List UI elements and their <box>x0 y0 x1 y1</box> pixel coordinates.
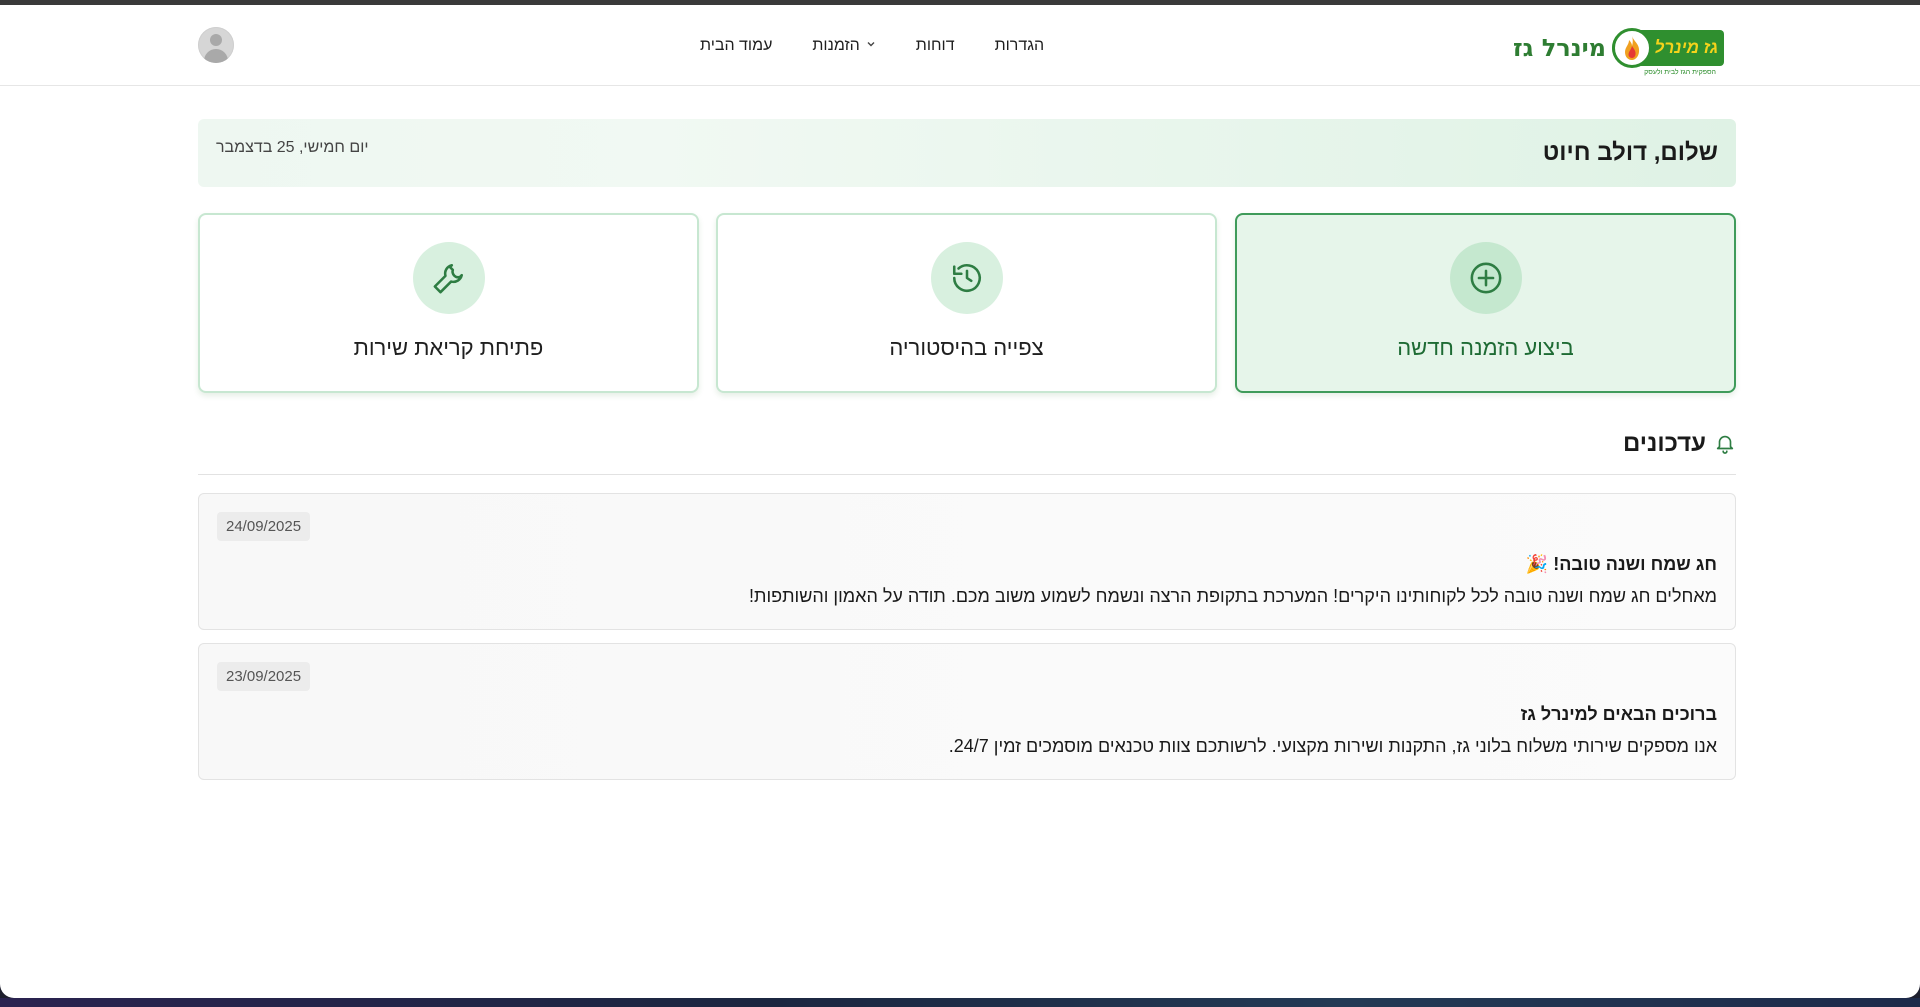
update-date: 24/09/2025 <box>217 512 311 541</box>
updates-header: עדכונים <box>198 425 1736 475</box>
history-label: צפייה בהיסטוריה <box>889 335 1044 360</box>
update-title: חג שמח ושנה טובה! 🎉 <box>1525 554 1717 574</box>
user-avatar[interactable] <box>198 27 234 63</box>
flame-icon <box>1612 28 1652 68</box>
greeting-title: שלום, דולב חיוט <box>1542 139 1718 166</box>
service-call-label: פתיחת קריאת שירות <box>353 335 544 360</box>
nav-home[interactable]: עמוד הבית <box>700 37 772 55</box>
update-text: אנו מספקים שירותי משלוח בלוני גז, התקנות… <box>948 736 1717 756</box>
greeting-banner: שלום, דולב חיוט יום חמישי, 25 בדצמבר <box>198 119 1736 187</box>
avatar-head-shape <box>210 34 222 46</box>
update-item: 23/09/2025 ברוכים הבאים למינרל גז אנו מס… <box>198 643 1736 780</box>
new-order-label: ביצוע הזמנה חדשה <box>1397 335 1574 360</box>
update-item: 24/09/2025 חג שמח ושנה טובה! 🎉 מאחלים חג… <box>198 493 1736 630</box>
bell-icon <box>1714 431 1736 460</box>
brand-logo[interactable]: מינרל גז גז מינרל הספקית הגז לבית ולעסק <box>1513 27 1724 76</box>
greeting-date: יום חמישי, 25 בדצמבר <box>216 139 369 156</box>
logo-badge-text: גז מינרל <box>1654 38 1718 57</box>
plus-circle-icon <box>1449 242 1522 314</box>
top-header: עמוד הבית הזמנות דוחות הגדרות מינרל גז ג… <box>0 5 1920 86</box>
nav-orders[interactable]: הזמנות <box>812 37 875 55</box>
avatar-body-shape <box>204 49 228 63</box>
desktop-background-strip <box>0 998 1920 1007</box>
chevron-down-icon <box>866 39 876 52</box>
nav-home-label: עמוד הבית <box>700 36 773 54</box>
history-card[interactable]: צפייה בהיסטוריה <box>716 213 1217 393</box>
nav-orders-label: הזמנות <box>812 36 860 54</box>
nav-reports[interactable]: דוחות <box>916 37 955 55</box>
app-window: עמוד הבית הזמנות דוחות הגדרות מינרל גז ג… <box>0 0 1920 998</box>
update-text: מאחלים חג שמח ושנה טובה לכל לקוחותינו הי… <box>749 586 1717 606</box>
service-call-card[interactable]: פתיחת קריאת שירות <box>198 213 699 393</box>
logo-text: מינרל גז <box>1513 34 1606 62</box>
logo-tagline: הספקית הגז לבית ולעסק <box>1644 69 1716 76</box>
new-order-card[interactable]: ביצוע הזמנה חדשה <box>1235 213 1736 393</box>
update-title: ברוכים הבאים למינרל גז <box>1520 704 1717 724</box>
main-nav: עמוד הבית הזמנות דוחות הגדרות <box>700 5 1044 86</box>
nav-settings[interactable]: הגדרות <box>995 37 1045 55</box>
history-icon <box>930 242 1003 314</box>
logo-badge: גז מינרל הספקית הגז לבית ולעסק <box>1612 28 1724 76</box>
update-date: 23/09/2025 <box>217 662 311 691</box>
nav-reports-label: דוחות <box>915 36 955 54</box>
updates-title: עדכונים <box>1622 430 1706 457</box>
wrench-icon <box>412 242 485 314</box>
nav-settings-label: הגדרות <box>994 36 1045 54</box>
